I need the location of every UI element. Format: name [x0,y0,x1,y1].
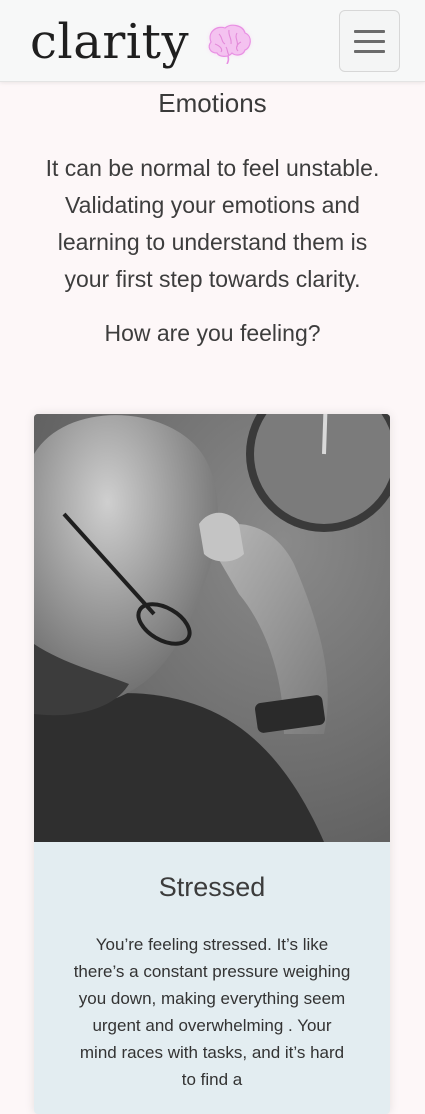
page-title: Emotions [158,88,267,118]
feeling-question: How are you feeling? [104,320,321,346]
intro-text: It can be normal to feel unstable. Valid… [45,155,380,292]
emotion-card-stressed[interactable]: Stressed You’re feeling stressed. It’s l… [34,414,390,1114]
navbar: clarity [0,0,425,82]
brand-link[interactable]: clarity [30,10,255,74]
stressed-man-photo [34,414,390,842]
hamburger-menu-icon [354,29,385,33]
brand-name: clarity [30,14,190,70]
menu-toggle-button[interactable] [339,10,400,72]
brain-icon [201,20,255,69]
hamburger-menu-icon-bar [354,39,385,43]
card-title: Stressed [158,872,266,902]
hamburger-menu-icon-bar [354,49,385,53]
card-description: You’re feeling stressed. It’s like there… [73,935,351,1089]
